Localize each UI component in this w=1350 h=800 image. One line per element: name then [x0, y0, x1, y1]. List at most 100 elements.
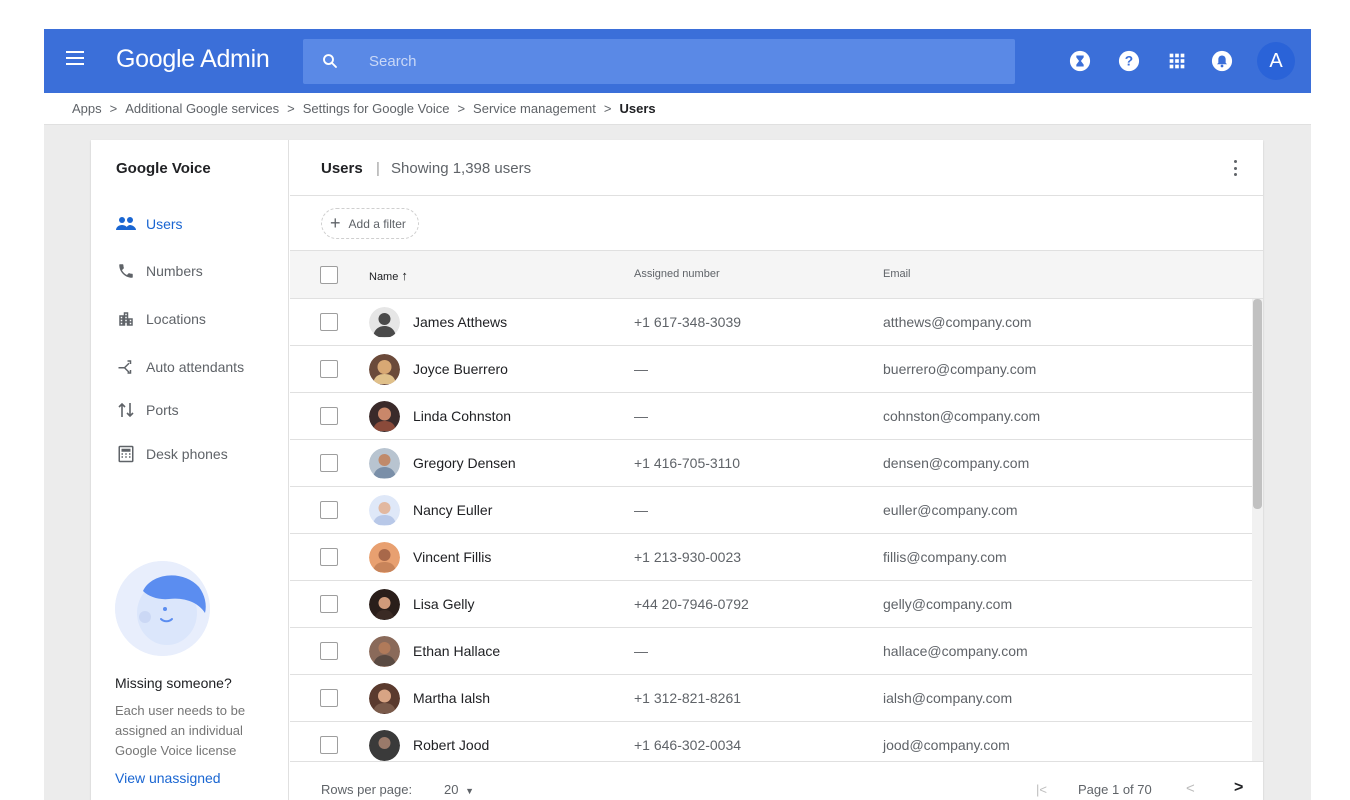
- table-scrollbar[interactable]: [1252, 299, 1263, 761]
- column-header-name[interactable]: Name ↑: [369, 268, 408, 283]
- assigned-number: —: [634, 502, 648, 518]
- breadcrumb-additional-services[interactable]: Additional Google services: [125, 101, 279, 116]
- sidebar-item-numbers[interactable]: Numbers: [116, 259, 203, 283]
- breadcrumb: Apps > Additional Google services > Sett…: [44, 93, 1311, 125]
- row-checkbox[interactable]: [320, 689, 338, 707]
- table-row[interactable]: Robert Jood +1 646-302-0034 jood@company…: [290, 722, 1252, 761]
- row-checkbox[interactable]: [320, 454, 338, 472]
- first-page-icon[interactable]: |<: [1036, 782, 1047, 797]
- sidebar-item-label: Ports: [146, 402, 179, 418]
- user-name: Nancy Euller: [413, 502, 493, 518]
- hamburger-menu-icon[interactable]: [66, 51, 86, 71]
- user-avatar: [369, 401, 400, 432]
- view-unassigned-link[interactable]: View unassigned: [115, 770, 221, 786]
- rows-per-page-select[interactable]: 20 ▼: [444, 782, 474, 797]
- search-input[interactable]: [369, 39, 969, 84]
- column-header-number[interactable]: Assigned number: [634, 268, 720, 280]
- sidebar-item-ports[interactable]: Ports: [116, 398, 179, 422]
- search-icon: [323, 54, 337, 68]
- rows-per-page-value: 20: [444, 782, 459, 797]
- admin-window: Google Admin ? A Apps > Additional Googl…: [44, 29, 1311, 800]
- user-avatar: [369, 636, 400, 667]
- user-email: buerrero@company.com: [883, 361, 1037, 377]
- select-all-checkbox[interactable]: [320, 266, 338, 284]
- next-page-icon[interactable]: >: [1234, 779, 1243, 797]
- user-email: gelly@company.com: [883, 596, 1013, 612]
- user-name: Robert Jood: [413, 737, 490, 753]
- row-checkbox[interactable]: [320, 736, 338, 754]
- column-header-email[interactable]: Email: [883, 268, 911, 280]
- main-card: Google Voice Users Numbers Locations Aut…: [91, 140, 1263, 800]
- user-avatar: [369, 307, 400, 338]
- row-checkbox[interactable]: [320, 595, 338, 613]
- user-email: cohnston@company.com: [883, 408, 1041, 424]
- sidebar-item-auto-attendants[interactable]: Auto attendants: [116, 355, 244, 379]
- users-count: Showing 1,398 users: [391, 160, 532, 177]
- table-row[interactable]: Joyce Buerrero — buerrero@company.com: [290, 346, 1252, 393]
- users-panel: Users | Showing 1,398 users + Add a filt…: [290, 140, 1263, 800]
- assigned-number: +1 416-705-3110: [634, 455, 740, 471]
- breadcrumb-separator: >: [603, 101, 612, 116]
- notifications-icon[interactable]: [1211, 50, 1233, 72]
- assigned-number: —: [634, 361, 648, 377]
- table-row[interactable]: Ethan Hallace — hallace@company.com: [290, 628, 1252, 675]
- breadcrumb-apps[interactable]: Apps: [72, 101, 102, 116]
- sidebar-item-label: Numbers: [146, 263, 203, 279]
- help-icon[interactable]: ?: [1118, 50, 1140, 72]
- apps-grid-icon[interactable]: [1166, 50, 1188, 72]
- sidebar: Google Voice Users Numbers Locations Aut…: [91, 140, 289, 800]
- breadcrumb-voice-settings[interactable]: Settings for Google Voice: [303, 101, 450, 116]
- table-row[interactable]: James Atthews +1 617-348-3039 atthews@co…: [290, 299, 1252, 346]
- table-row[interactable]: Gregory Densen +1 416-705-3110 densen@co…: [290, 440, 1252, 487]
- breadcrumb-separator: >: [287, 101, 295, 116]
- sidebar-item-label: Users: [146, 216, 183, 232]
- table-row[interactable]: Lisa Gelly +44 20-7946-0792 gelly@compan…: [290, 581, 1252, 628]
- scrollbar-thumb[interactable]: [1253, 299, 1262, 509]
- desk-phone-icon: [116, 444, 136, 464]
- sort-ascending-icon: ↑: [401, 268, 408, 283]
- users-table-body: James Atthews +1 617-348-3039 atthews@co…: [290, 299, 1252, 761]
- row-checkbox[interactable]: [320, 313, 338, 331]
- call-split-icon: [116, 357, 136, 377]
- row-checkbox[interactable]: [320, 501, 338, 519]
- user-name: Linda Cohnston: [413, 408, 512, 424]
- user-avatar: [369, 730, 400, 761]
- more-options-icon[interactable]: [1228, 158, 1242, 178]
- missing-someone-title: Missing someone?: [115, 675, 232, 691]
- assigned-number: —: [634, 408, 648, 424]
- top-app-bar: Google Admin ? A: [44, 29, 1311, 93]
- users-header: Users | Showing 1,398 users: [290, 140, 1263, 196]
- search-bar[interactable]: [303, 39, 1015, 84]
- sidebar-item-users[interactable]: Users: [116, 212, 183, 236]
- sidebar-item-label: Desk phones: [146, 446, 228, 462]
- previous-page-icon[interactable]: <: [1186, 780, 1195, 797]
- table-row[interactable]: Linda Cohnston — cohnston@company.com: [290, 393, 1252, 440]
- breadcrumb-separator: >: [109, 101, 118, 116]
- table-row[interactable]: Vincent Fillis +1 213-930-0023 fillis@co…: [290, 534, 1252, 581]
- user-email: jood@company.com: [883, 737, 1010, 753]
- account-avatar[interactable]: A: [1257, 42, 1295, 80]
- row-checkbox[interactable]: [320, 642, 338, 660]
- app-brand[interactable]: Google Admin: [116, 45, 270, 74]
- breadcrumb-service-management[interactable]: Service management: [473, 101, 596, 116]
- user-avatar: [369, 495, 400, 526]
- page-indicator: Page 1 of 70: [1078, 782, 1152, 797]
- table-row[interactable]: Nancy Euller — euller@company.com: [290, 487, 1252, 534]
- table-row[interactable]: Martha Ialsh +1 312-821-8261 ialsh@compa…: [290, 675, 1252, 722]
- add-filter-button[interactable]: + Add a filter: [321, 208, 419, 239]
- sidebar-title: Google Voice: [116, 160, 211, 177]
- svg-text:?: ?: [1125, 54, 1133, 69]
- rows-per-page-label: Rows per page:: [321, 782, 413, 797]
- add-filter-label: Add a filter: [348, 216, 406, 231]
- user-avatar: [369, 683, 400, 714]
- hourglass-icon[interactable]: [1069, 50, 1091, 72]
- table-header: Name ↑ Assigned number Email: [290, 251, 1263, 299]
- row-checkbox[interactable]: [320, 360, 338, 378]
- row-checkbox[interactable]: [320, 548, 338, 566]
- row-checkbox[interactable]: [320, 407, 338, 425]
- sidebar-item-locations[interactable]: Locations: [116, 307, 206, 331]
- sidebar-item-label: Auto attendants: [146, 359, 245, 375]
- user-name: Lisa Gelly: [413, 596, 475, 612]
- missing-user-illustration: [115, 561, 210, 656]
- sidebar-item-desk-phones[interactable]: Desk phones: [116, 442, 228, 466]
